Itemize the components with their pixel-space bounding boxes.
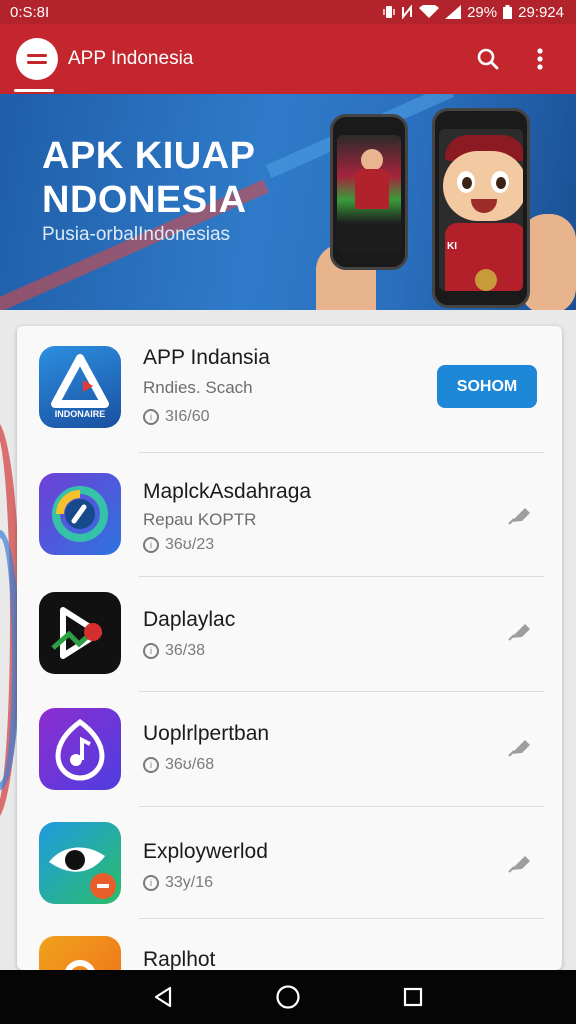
divider [139,691,544,692]
mascot-badge: KI [447,241,457,252]
app-name: APP Indansia [143,346,270,369]
home-circle-icon [276,985,300,1009]
banner-title: APK KIUAP NDONESIA [42,134,256,222]
nfc-icon [402,5,413,19]
vibrate-icon [383,6,395,18]
pin-button[interactable] [505,500,535,530]
banner-title-line2: NDONESIA [42,179,247,221]
app-meta: i 36ʊ/23 [143,536,214,554]
ring-logo-icon [52,486,108,542]
phone-illustration-left [330,114,408,270]
eye-logo-icon [49,847,116,899]
app-subtitle: Rndies. Scach [143,378,253,397]
app-subtitle: Repau KOPTR [143,510,257,529]
app-meta-text: 36ʊ/68 [165,756,215,773]
app-name: Uoplrlpertban [143,722,270,745]
more-vert-icon [537,48,543,70]
app-meta: i 3I6/60 [143,408,209,426]
banner-title-line1: APK KIUAP [42,135,256,177]
battery-icon [503,5,513,19]
pin-icon [508,508,530,525]
play-shield-icon [39,592,121,674]
app-title: APP Indonesia [68,48,194,69]
divider [139,452,544,453]
app-indonesia-icon: INDONAIRE [39,346,121,428]
signal-icon [445,5,462,19]
more-options-button[interactable] [520,39,560,79]
app-icon-label: INDONAIRE [54,409,106,419]
app-meta-text: 3I6/60 [165,408,210,425]
info-icon: i [143,757,159,773]
note-logo-icon [55,718,105,781]
home-button[interactable] [268,977,308,1017]
app-meta-text: 36/38 [165,642,206,659]
recents-square-icon [404,987,423,1007]
flame-logo-icon [65,960,95,970]
recents-button[interactable] [393,977,433,1017]
status-icons: 29% 29:924 [383,4,564,21]
status-time: 0:S:8I [10,3,50,21]
navigation-bar [0,970,576,1024]
status-clock: 29:924 [518,3,564,21]
list-item[interactable]: Raplhot [17,934,562,970]
app-bar: APP Indonesia [0,24,576,94]
hamburger-icon [27,54,47,64]
back-button[interactable] [143,977,183,1017]
battery-percent: 29% [467,3,498,21]
list-item[interactable]: INDONAIRE APP Indansia Rndies. Scach i 3… [17,326,562,442]
search-icon [477,48,499,70]
list-item[interactable]: Uoplrlpertban i 36ʊ/68 [17,704,562,820]
pin-icon [508,856,530,873]
divider [139,918,544,919]
info-icon: i [143,409,159,425]
divider [139,576,544,577]
list-item[interactable]: MaplckAsdahraga Repau KOPTR i 36ʊ/23 [17,468,562,584]
app-meta: i 36ʊ/68 [143,756,214,774]
pin-button[interactable] [505,616,535,646]
app-meta: i 36/38 [143,642,205,660]
info-icon: i [143,875,159,891]
pin-button[interactable] [505,732,535,762]
app-meta-text: 36ʊ/23 [165,536,215,553]
music-note-icon [39,708,121,790]
app-name: MaplckAsdahraga [143,480,312,503]
promo-banner[interactable]: APK KIUAP NDONESIA Pusia-orbalIndonesias… [0,94,576,310]
app-meta: i 33y/16 [143,874,213,892]
app-name: Raplhot [143,948,216,970]
play-logo-icon [51,607,102,659]
divider [139,806,544,807]
orange-app-icon [39,936,121,970]
app-name: Exploywerlod [143,840,268,863]
phone-illustration-right: KI [432,108,530,308]
install-button[interactable]: SOHOM [437,365,537,408]
list-item[interactable]: Daplaylac i 36/38 [17,588,562,704]
search-button[interactable] [468,39,508,79]
pin-icon [508,740,530,757]
pin-icon [508,624,530,641]
eye-bird-icon [39,822,121,904]
status-bar: 0:S:8I 29% 29:924 [0,0,576,24]
info-icon: i [143,643,159,659]
pin-button[interactable] [505,848,535,878]
menu-button[interactable] [16,38,58,80]
app-list-card: INDONAIRE APP Indansia Rndies. Scach i 3… [17,326,562,970]
app-meta-text: 33y/16 [165,874,214,891]
back-triangle-icon [154,986,171,1008]
refresh-circle-icon [39,473,121,555]
banner-subtitle: Pusia-orbalIndonesias [42,224,231,245]
info-icon: i [143,537,159,553]
wifi-icon [419,5,440,18]
app-name: Daplaylac [143,608,236,631]
tab-indicator [14,89,54,92]
